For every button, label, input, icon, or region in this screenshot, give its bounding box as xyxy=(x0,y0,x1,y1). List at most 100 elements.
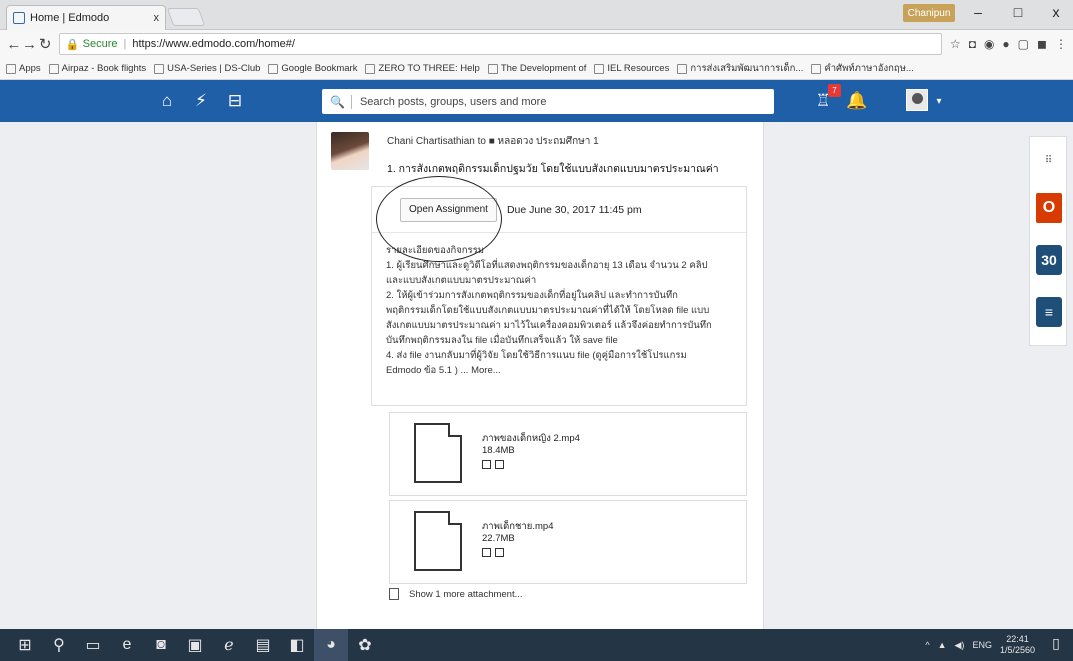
quiz-icon[interactable]: ≡ xyxy=(1036,297,1062,327)
app-icon[interactable]: ▣ xyxy=(178,629,212,661)
edge-icon[interactable]: e xyxy=(110,629,144,661)
save-to-library-icon[interactable] xyxy=(495,460,504,469)
chevron-up-icon[interactable]: ^ xyxy=(925,640,929,650)
show-more-attachments[interactable]: Show 1 more attachment... xyxy=(389,588,523,600)
url-text: https://www.edmodo.com/home#/ xyxy=(132,38,295,50)
bookmark-item[interactable]: Airpaz - Book flights xyxy=(48,63,146,74)
bookmark-icon xyxy=(811,63,822,74)
star-icon[interactable]: ☆ xyxy=(950,37,961,51)
system-tray: ^ ▲ ◀) ENG 22:41 1/5/2560 xyxy=(925,629,1035,661)
browser-tab[interactable]: Home | Edmodo x xyxy=(6,5,166,30)
description-line: บันทึกพฤติกรรมลงใน file เมื่อบันทึกเสร็จ… xyxy=(386,335,618,346)
reload-icon[interactable]: ↻ xyxy=(37,35,53,53)
page-icon xyxy=(594,63,605,74)
folder-icon[interactable]: ▤ xyxy=(246,629,280,661)
maximize-button[interactable]: □ xyxy=(1006,4,1030,20)
annotation-circle xyxy=(376,176,502,262)
bookmark-item[interactable]: IEL Resources xyxy=(594,63,669,74)
bell-icon[interactable]: 🔔 xyxy=(846,90,868,112)
description-line: 2. ให้ผู้เข้าร่วมการสังเกตพฤติกรรมของเด็… xyxy=(386,290,678,301)
attachment-card[interactable]: ภาพเด็กชาย.mp4 22.7MB xyxy=(389,500,747,584)
post-author[interactable]: Chani Chartisathian to ■ หลอดวง ประถมศึก… xyxy=(387,134,599,149)
pocket-icon[interactable]: ◘ xyxy=(969,37,976,51)
secure-label: Secure xyxy=(82,38,118,50)
network-icon[interactable]: ▲ xyxy=(938,640,947,650)
file-icon xyxy=(414,423,462,483)
bookmark-item[interactable]: Google Bookmark xyxy=(268,63,357,74)
preview-icon[interactable] xyxy=(482,460,491,469)
menu-dots-icon[interactable]: ⋮ xyxy=(1055,37,1067,51)
office-icon[interactable]: O xyxy=(1036,193,1062,223)
windows-taskbar: ⊞ ⚲ ▭ e ◙ ▣ ℯ ▤ ◧ ◕ ✿ ^ ▲ ◀) ENG 22:41 1… xyxy=(0,629,1073,661)
home-icon[interactable]: ⌂ xyxy=(156,90,178,112)
chevron-down-icon[interactable]: ▾ xyxy=(928,90,950,112)
forward-arrow-icon[interactable]: → xyxy=(22,36,38,53)
edmodo-favicon-icon xyxy=(13,12,25,24)
notification-center-icon[interactable]: ▯ xyxy=(1045,635,1067,655)
page-icon xyxy=(487,63,498,74)
windows-start-icon[interactable]: ⊞ xyxy=(8,629,42,661)
user-avatar[interactable] xyxy=(906,89,928,111)
url-field[interactable]: 🔒 Secure | https://www.edmodo.com/home#/ xyxy=(58,33,942,55)
save-to-library-icon[interactable] xyxy=(495,548,504,557)
bookmark-icon xyxy=(677,63,688,74)
search-icon: 🔍 xyxy=(330,94,345,109)
url-separator: | xyxy=(123,38,127,50)
search-icon[interactable]: ⚲ xyxy=(42,629,76,661)
clock[interactable]: 22:41 1/5/2560 xyxy=(1000,634,1035,656)
attachment-card[interactable]: ภาพของเด็กหญิง 2.mp4 18.4MB xyxy=(389,412,747,496)
back-arrow-icon[interactable]: ← xyxy=(6,36,22,53)
chrome-icon[interactable]: ◕ xyxy=(314,629,348,661)
app-icon[interactable]: ✿ xyxy=(348,629,382,661)
notification-badge: 7 xyxy=(828,84,841,97)
new-tab-button[interactable] xyxy=(166,8,206,26)
attachment-icon xyxy=(389,588,399,600)
bookmark-icon xyxy=(48,63,59,74)
profile-chip[interactable]: Chanipun xyxy=(903,4,955,22)
description-line-last: Edmodo ข้อ 5.1 ) ... More... xyxy=(386,365,501,376)
extension-circle-icon[interactable]: ● xyxy=(1002,37,1009,51)
bookmark-item[interactable]: การส่งเสริมพัฒนาการเด็ก... xyxy=(677,61,803,76)
bookmark-item[interactable]: Apps xyxy=(6,63,41,74)
tab-close-icon[interactable]: x xyxy=(154,12,160,24)
extension-square-icon[interactable]: ◼ xyxy=(1037,37,1047,51)
volume-icon[interactable]: ◀) xyxy=(955,640,965,651)
apps-grid-icon[interactable]: ⠿ xyxy=(1036,145,1062,175)
more-link[interactable]: More... xyxy=(471,365,501,376)
language-indicator[interactable]: ENG xyxy=(972,640,992,650)
file-size: 22.7MB xyxy=(482,533,515,544)
file-actions xyxy=(482,548,504,557)
task-view-icon[interactable]: ▭ xyxy=(76,629,110,661)
author-avatar[interactable] xyxy=(331,132,369,170)
extension-icon[interactable]: ◉ xyxy=(984,37,994,51)
file-actions xyxy=(482,460,504,469)
bookmark-icon xyxy=(365,63,376,74)
planner-icon[interactable]: ⊟ xyxy=(224,90,246,112)
lock-icon: 🔒 xyxy=(65,38,80,51)
due-date: Due June 30, 2017 11:45 pm xyxy=(506,203,642,216)
post-title: 1. การสังเกตพฤติกรรมเด็กปฐมวัย โดยใช้แบบ… xyxy=(387,163,719,175)
bookmark-item[interactable]: USA-Series | DS-Club xyxy=(154,63,260,74)
progress-icon[interactable]: ⚡ xyxy=(190,90,212,112)
description-line: 4. ส่ง file งานกลับมาที่ผู้วิจัย โดยใช้ว… xyxy=(386,350,687,361)
ie-icon[interactable]: ℯ xyxy=(212,629,246,661)
file-name[interactable]: ภาพของเด็กหญิง 2.mp4 xyxy=(482,431,580,446)
store-icon[interactable]: ◙ xyxy=(144,629,178,661)
bookmark-item[interactable]: คำศัพท์ภาษาอังกฤษ... xyxy=(811,61,914,76)
bookmark-item[interactable]: The Development of xyxy=(487,63,586,74)
bookmark-icon xyxy=(154,63,165,74)
file-name[interactable]: ภาพเด็กชาย.mp4 xyxy=(482,519,554,534)
preview-icon[interactable] xyxy=(482,548,491,557)
description-line: และแบบสังเกตแบบมาตรประมาณค่า xyxy=(386,275,537,286)
search-bar[interactable]: 🔍 Search posts, groups, users and more xyxy=(322,89,774,114)
apps-grid-icon xyxy=(6,63,16,74)
apps-rail: ⠿ O 30 ≡ xyxy=(1029,136,1067,346)
minimize-button[interactable]: – xyxy=(966,4,990,20)
close-window-button[interactable]: x xyxy=(1044,4,1068,20)
document-icon[interactable]: ◧ xyxy=(280,629,314,661)
calendar-icon[interactable]: 30 xyxy=(1036,245,1062,275)
bookmark-item[interactable]: ZERO TO THREE: Help xyxy=(365,63,480,74)
cast-icon[interactable]: ▢ xyxy=(1018,37,1029,51)
edmodo-header: ⌂ ⚡ ⊟ 🔍 Search posts, groups, users and … xyxy=(0,80,1073,122)
main-area: Chani Chartisathian to ■ หลอดวง ประถมศึก… xyxy=(0,122,1073,629)
